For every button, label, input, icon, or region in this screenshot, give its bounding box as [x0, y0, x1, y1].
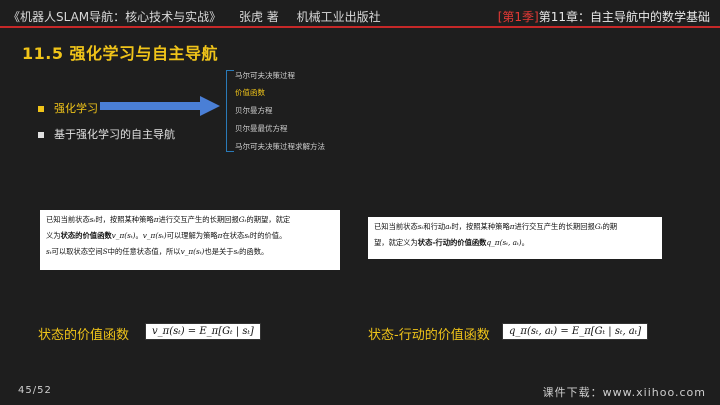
state-value-label: 状态的价值函数: [38, 328, 130, 343]
state-value-definition: 已知当前状态sₜ时，按照某种策略π进行交互产生的长期回报Gₜ的期望，就定 义为状…: [40, 210, 340, 270]
bullet-label: 强化学习: [54, 102, 98, 115]
action-value-formula: q_π(sₜ, aₜ) = E_π[Gₜ | sₜ, aₜ]: [502, 323, 649, 340]
subtopic-bellman-optimal: 贝尔曼最优方程: [235, 124, 288, 133]
publisher: 机械工业出版社: [296, 10, 381, 24]
bullet-reinforcement-learning: 强化学习: [38, 100, 98, 116]
author: 张虎 著: [238, 10, 279, 24]
page-number: 45/52: [18, 385, 52, 396]
book-title: 《机器人SLAM导航：核心技术与实战》: [8, 10, 222, 24]
season-tag: [第1季]: [497, 10, 539, 24]
subtopic-mdp: 马尔可夫决策过程: [235, 71, 295, 80]
bullet-marker: [38, 132, 44, 138]
subtopic-bracket: [226, 70, 234, 152]
subtopic-bellman: 贝尔曼方程: [235, 106, 273, 115]
section-title: 11.5 强化学习与自主导航: [22, 44, 219, 63]
download-link[interactable]: 课件下载：www.xiihoo.com: [543, 384, 706, 400]
header-left: 《机器人SLAM导航：核心技术与实战》 张虎 著 机械工业出版社: [8, 8, 395, 25]
chapter-title: 第11章：自主导航中的数学基础: [538, 10, 710, 24]
header-right: [第1季]第11章：自主导航中的数学基础: [498, 8, 710, 25]
bullet-marker: [38, 106, 44, 112]
right-arrow-icon: [100, 96, 220, 116]
bullet-rl-navigation: 基于强化学习的自主导航: [38, 126, 175, 142]
subtopic-value-function: 价值函数: [235, 88, 265, 97]
subtopic-mdp-solving: 马尔可夫决策过程求解方法: [235, 142, 325, 151]
action-value-label: 状态-行动的价值函数: [368, 328, 490, 343]
header-rule: [0, 26, 720, 28]
bullet-label: 基于强化学习的自主导航: [54, 128, 175, 141]
state-value-formula: v_π(sₜ) = E_π[Gₜ | sₜ]: [145, 323, 261, 340]
action-value-definition: 已知当前状态sₜ和行动aₜ时，按照某种策略π进行交互产生的长期回报Gₜ的期 望，…: [368, 217, 662, 259]
